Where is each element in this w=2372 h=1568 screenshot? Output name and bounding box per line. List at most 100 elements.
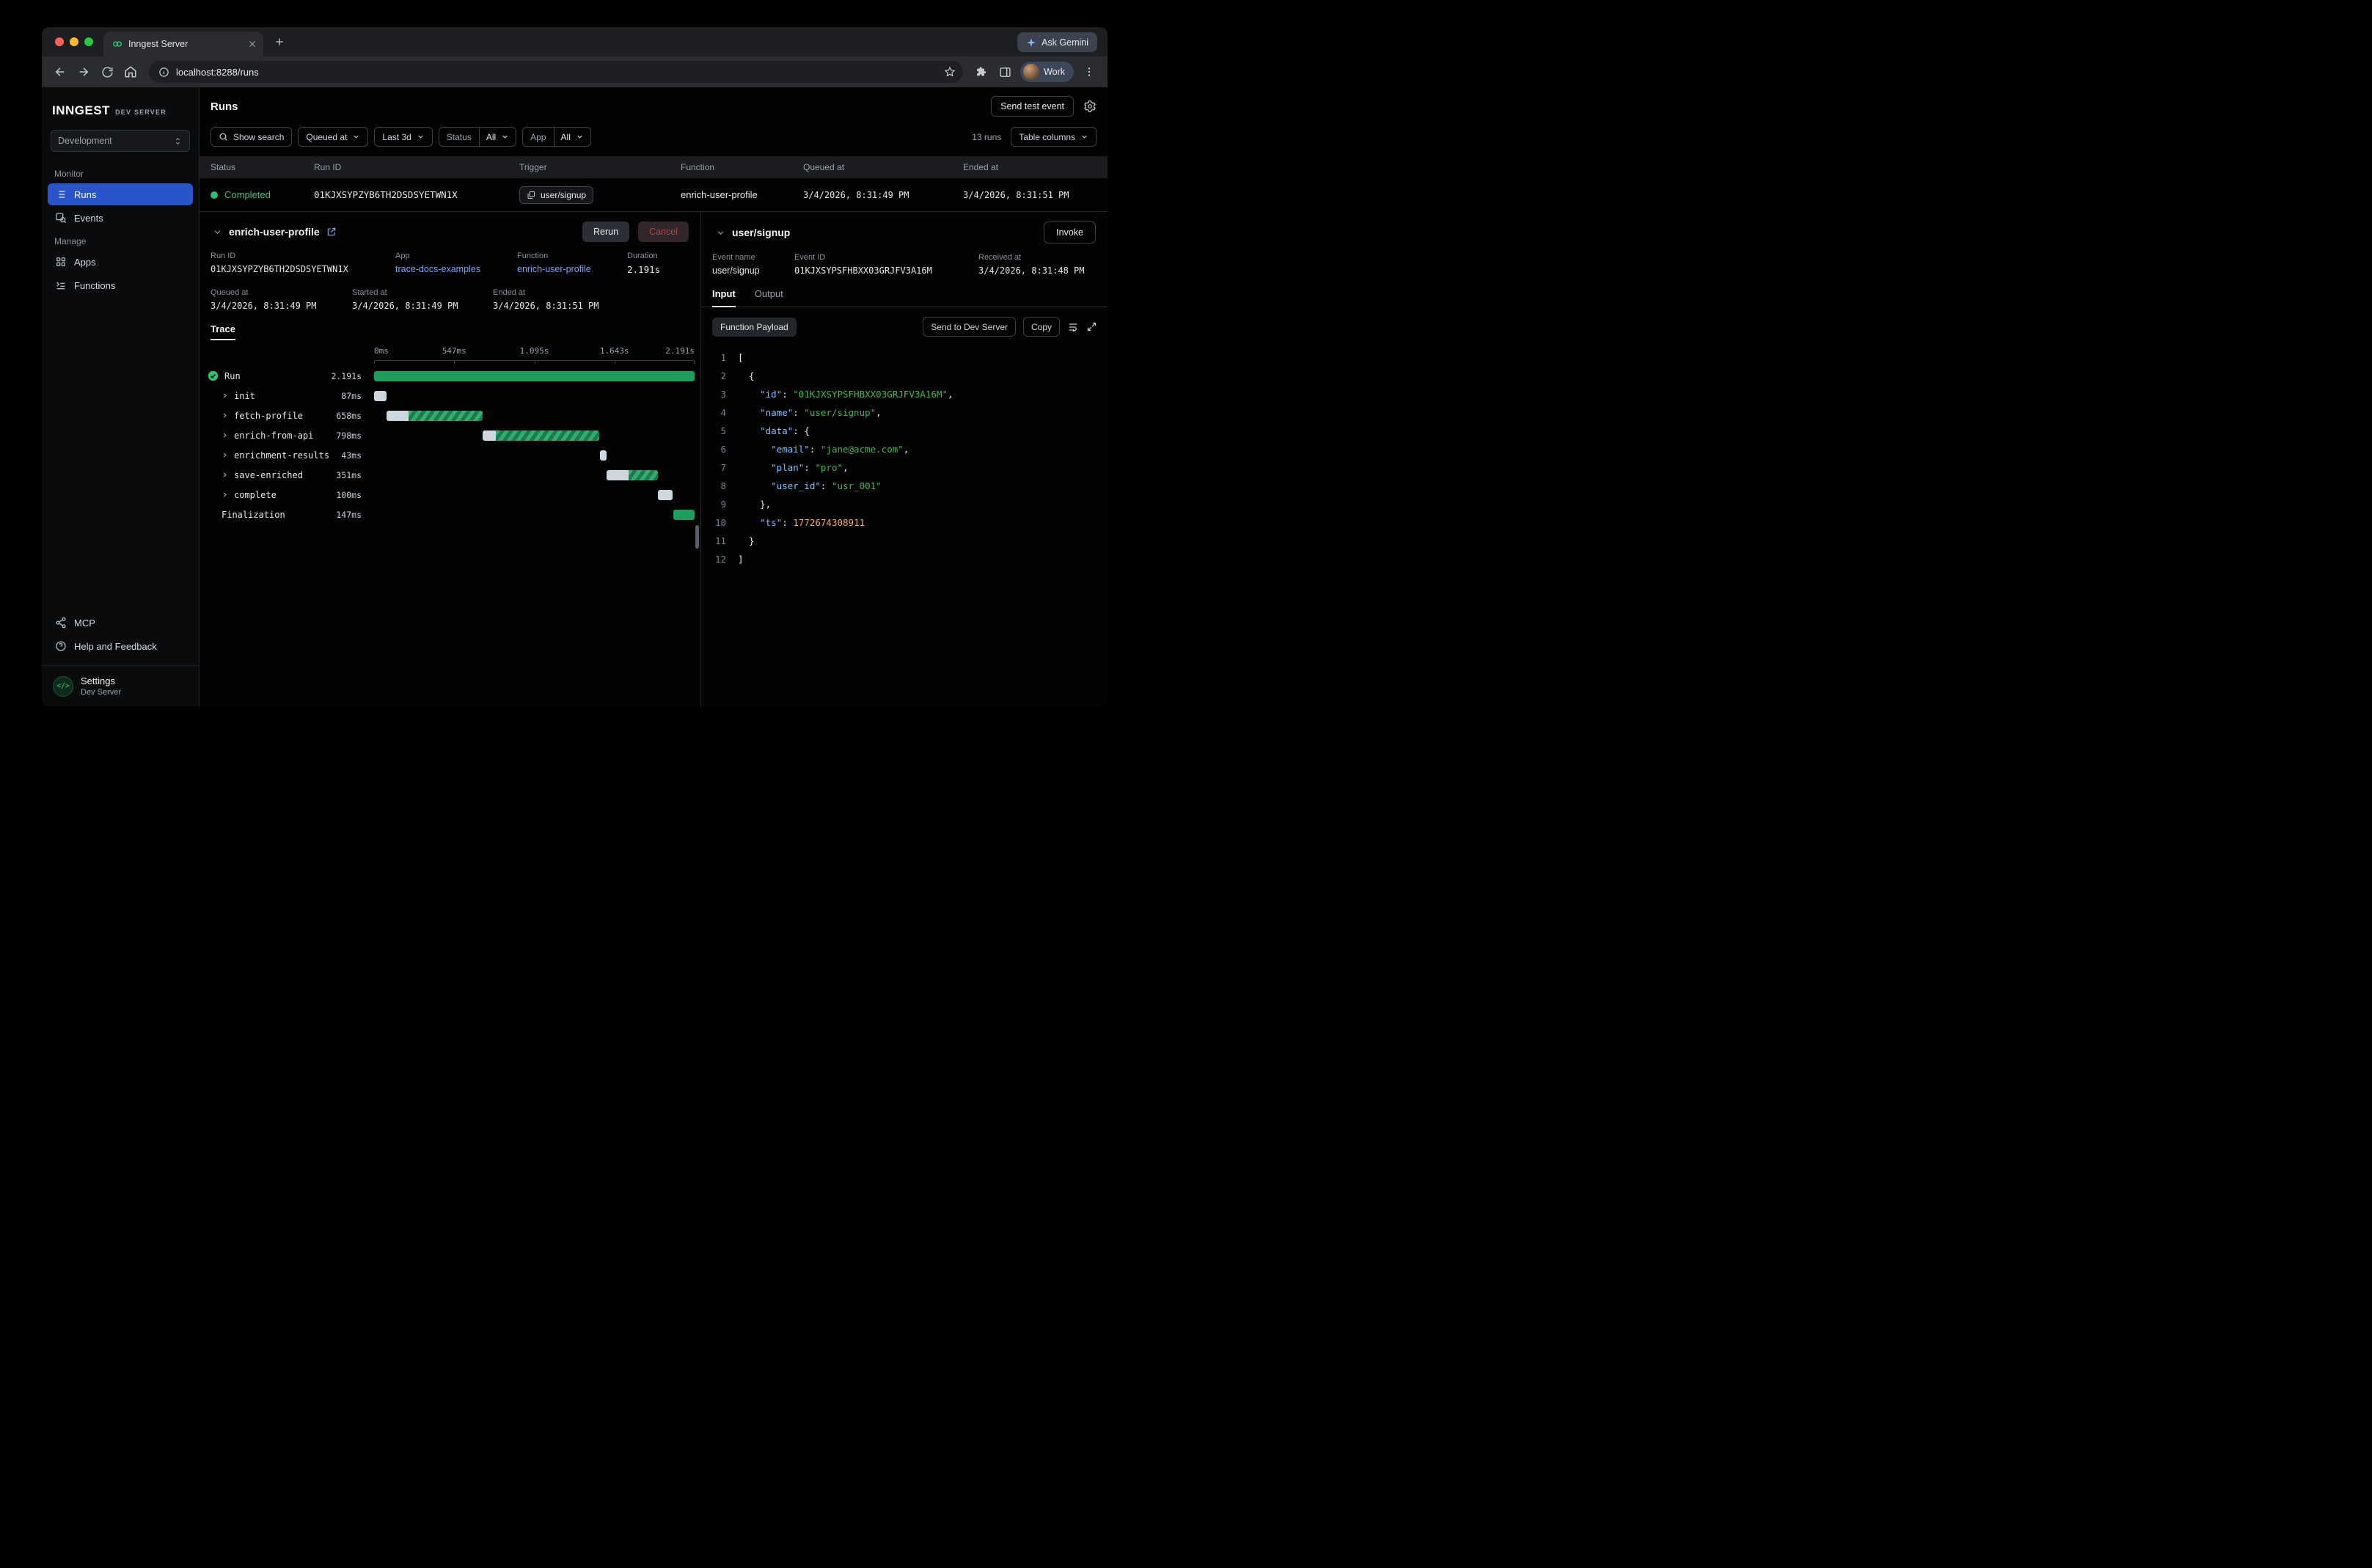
queued-at-value: 3/4/2026, 8:31:49 PM xyxy=(211,301,352,311)
status-dot-icon xyxy=(211,191,218,199)
minimize-window-button[interactable] xyxy=(70,37,78,46)
line-number: 5 xyxy=(701,422,726,440)
trace-span-duration: 798ms xyxy=(336,431,374,441)
settings-subtitle: Dev Server xyxy=(81,688,121,697)
chevron-down-icon[interactable] xyxy=(213,227,222,237)
trace-span-label: complete xyxy=(234,490,277,500)
duration-value: 2.191s xyxy=(627,264,660,275)
side-panel-icon[interactable] xyxy=(994,61,1016,83)
expand-icon[interactable] xyxy=(1086,321,1097,332)
chevron-right-icon xyxy=(222,472,228,478)
trace-span-label: Run xyxy=(224,371,241,381)
table-columns-button[interactable]: Table columns xyxy=(1011,127,1097,147)
new-tab-button[interactable] xyxy=(271,33,288,51)
time-range-filter[interactable]: Last 3d xyxy=(374,127,432,147)
tab-trace[interactable]: Trace xyxy=(211,323,235,340)
url-bar[interactable]: localhost:8288/runs xyxy=(149,61,963,83)
site-info-icon[interactable] xyxy=(158,67,169,78)
started-at-label: Started at xyxy=(352,288,493,297)
maximize-window-button[interactable] xyxy=(84,37,93,46)
forward-button[interactable] xyxy=(73,61,95,83)
trace-span-row[interactable]: complete 100ms xyxy=(200,485,700,505)
window-controls xyxy=(55,37,93,46)
trace-span-row[interactable]: init 87ms xyxy=(200,386,700,406)
trace-span-duration: 658ms xyxy=(336,411,374,421)
event-name-label: Event name xyxy=(712,253,794,262)
table-row[interactable]: Completed 01KJXSYPZYB6TH2DSDSYETWN1X use… xyxy=(200,178,1108,211)
payload-toolbar: Function Payload Send to Dev Server Copy xyxy=(701,307,1108,344)
copy-button[interactable]: Copy xyxy=(1023,317,1060,337)
trace-timeline: 0ms 547ms 1.095s 1.643s 2.191s xyxy=(200,346,700,524)
run-title: enrich-user-profile xyxy=(229,226,320,238)
app-filter[interactable]: App All xyxy=(522,127,591,147)
timeline-axis-line xyxy=(374,360,695,366)
function-payload-chip: Function Payload xyxy=(712,318,797,337)
panel-scrollbar[interactable] xyxy=(695,525,699,549)
trace-span-label: fetch-profile xyxy=(234,411,303,421)
app-link[interactable]: trace-docs-examples xyxy=(395,264,517,274)
trace-span-row[interactable]: save-enriched 351ms xyxy=(200,465,700,485)
main-content: Runs Send test event Show search Queued … xyxy=(200,87,1108,706)
cancel-button[interactable]: Cancel xyxy=(638,221,689,242)
run-id-value: 01KJXSYPZYB6TH2DSDSYETWN1X xyxy=(211,264,395,274)
sidebar-item-functions[interactable]: Functions xyxy=(48,274,193,296)
chevron-down-icon xyxy=(352,133,360,141)
send-test-event-button[interactable]: Send test event xyxy=(991,96,1074,117)
ask-gemini-button[interactable]: Ask Gemini xyxy=(1017,32,1097,52)
environment-select[interactable]: Development xyxy=(51,130,190,152)
show-search-button[interactable]: Show search xyxy=(211,127,292,147)
search-icon xyxy=(219,132,228,142)
trace-span-row[interactable]: enrich-from-api 798ms xyxy=(200,425,700,445)
reload-button[interactable] xyxy=(96,61,118,83)
sidebar-item-apps[interactable]: Apps xyxy=(48,251,193,273)
trace-span-label: init xyxy=(234,391,255,401)
queued-at-filter[interactable]: Queued at xyxy=(298,127,368,147)
code-line: 4 "name": "user/signup", xyxy=(701,403,1108,422)
sidebar-settings[interactable]: </> Settings Dev Server xyxy=(42,665,199,706)
close-window-button[interactable] xyxy=(55,37,64,46)
trace-span-row[interactable]: Finalization 147ms xyxy=(200,505,700,524)
gear-icon[interactable] xyxy=(1083,100,1097,113)
trace-span-label: save-enriched xyxy=(234,470,303,480)
sidebar-item-mcp[interactable]: MCP xyxy=(48,612,193,634)
trace-span-row[interactable]: enrichment-results 43ms xyxy=(200,445,700,465)
code-block[interactable]: 1 [ 2 { 3 "id": "01KJXSYPSFHBXX03GRJFV3A… xyxy=(701,344,1108,568)
trace-span-duration: 2.191s xyxy=(331,371,374,381)
tab-input[interactable]: Input xyxy=(712,288,736,307)
status-filter[interactable]: Status All xyxy=(439,127,516,147)
trace-span-duration: 100ms xyxy=(336,490,374,500)
tab-output[interactable]: Output xyxy=(755,288,783,307)
received-at-value: 3/4/2026, 8:31:48 PM xyxy=(978,265,1085,276)
extensions-icon[interactable] xyxy=(970,61,992,83)
sidebar-item-help[interactable]: Help and Feedback xyxy=(48,635,193,657)
invoke-button[interactable]: Invoke xyxy=(1044,221,1096,243)
function-label: Function xyxy=(517,252,627,260)
line-number: 11 xyxy=(701,532,726,550)
send-to-dev-server-button[interactable]: Send to Dev Server xyxy=(923,317,1016,337)
external-link-icon[interactable] xyxy=(326,227,337,237)
line-number: 9 xyxy=(701,495,726,513)
sidebar-item-runs[interactable]: Runs xyxy=(48,183,193,205)
chevron-down-icon xyxy=(1080,133,1088,141)
trace-span-row[interactable]: fetch-profile 658ms xyxy=(200,406,700,425)
home-button[interactable] xyxy=(120,61,142,83)
chevron-down-icon[interactable] xyxy=(716,228,725,238)
function-link[interactable]: enrich-user-profile xyxy=(517,264,627,274)
tab-close-icon[interactable] xyxy=(247,39,257,49)
profile-chip[interactable]: Work xyxy=(1020,62,1074,82)
back-button[interactable] xyxy=(49,61,71,83)
url-text[interactable]: localhost:8288/runs xyxy=(176,67,937,78)
inngest-logo: INNGEST xyxy=(52,103,110,118)
trigger-chip[interactable]: user/signup xyxy=(519,186,593,204)
line-number: 6 xyxy=(701,440,726,458)
sidebar-item-events[interactable]: Events xyxy=(48,207,193,229)
trace-span-bar xyxy=(374,391,387,401)
word-wrap-icon[interactable] xyxy=(1067,321,1079,333)
bookmark-star-icon[interactable] xyxy=(944,66,956,78)
trace-span-row[interactable]: Run 2.191s xyxy=(200,366,700,386)
run-details-panel: enrich-user-profile Rerun Cancel Run ID … xyxy=(200,212,700,706)
browser-tab[interactable]: Inngest Server xyxy=(103,32,263,56)
rerun-button[interactable]: Rerun xyxy=(582,221,629,242)
event-id-label: Event ID xyxy=(794,253,978,262)
browser-menu-icon[interactable] xyxy=(1078,61,1100,83)
